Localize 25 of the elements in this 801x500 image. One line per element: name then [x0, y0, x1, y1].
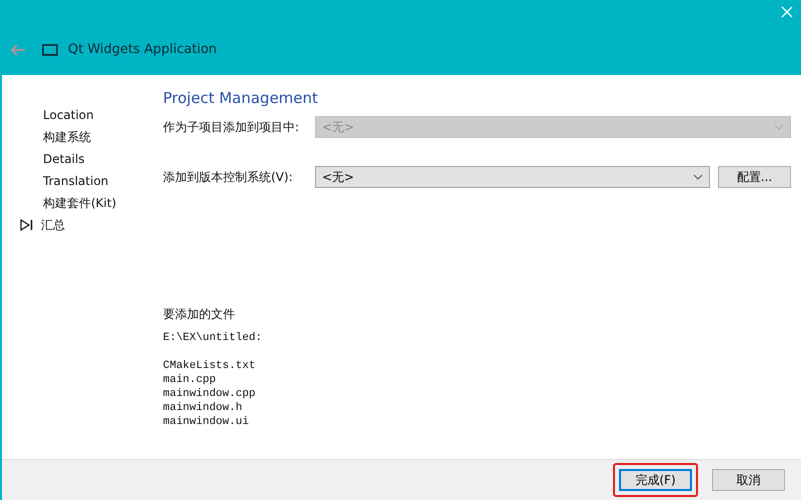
sidebar-step: Translation	[43, 174, 108, 188]
page-heading: Project Management	[163, 89, 319, 107]
dialog-button[interactable]: 取消	[712, 469, 785, 491]
file-name: mainwindow.cpp	[163, 387, 256, 401]
file-name: mainwindow.h	[163, 401, 244, 415]
file-name: mainwindow.ui	[163, 415, 250, 429]
chevron-icon	[774, 124, 784, 130]
field-label: 添加到版本控制系统(V):	[163, 168, 294, 186]
dropdown-field[interactable]: <无>	[315, 166, 710, 188]
sidebar-step: 构建套件(Kit)	[43, 194, 116, 212]
files-title: 要添加的文件	[163, 306, 236, 323]
sidebar-step: 构建系统	[43, 128, 91, 146]
window-title: Qt Widgets Application	[68, 42, 217, 57]
close-icon[interactable]	[781, 6, 793, 18]
sidebar-step: Location	[43, 108, 94, 122]
chevron-icon	[693, 174, 703, 180]
file-name: main.cpp	[163, 373, 217, 387]
dialog-button[interactable]: 完成(F)	[619, 469, 692, 491]
sidebar-step: Details	[43, 152, 85, 166]
file-name: CMakeLists.txt	[163, 359, 256, 373]
directory-path: E:\EX\untitled:	[163, 331, 264, 345]
configure-button[interactable]: 配置...	[718, 166, 791, 188]
sidebar-step: 汇总	[41, 216, 65, 234]
field-label: 作为子项目添加到项目中:	[163, 118, 300, 136]
window-icon	[42, 44, 58, 56]
